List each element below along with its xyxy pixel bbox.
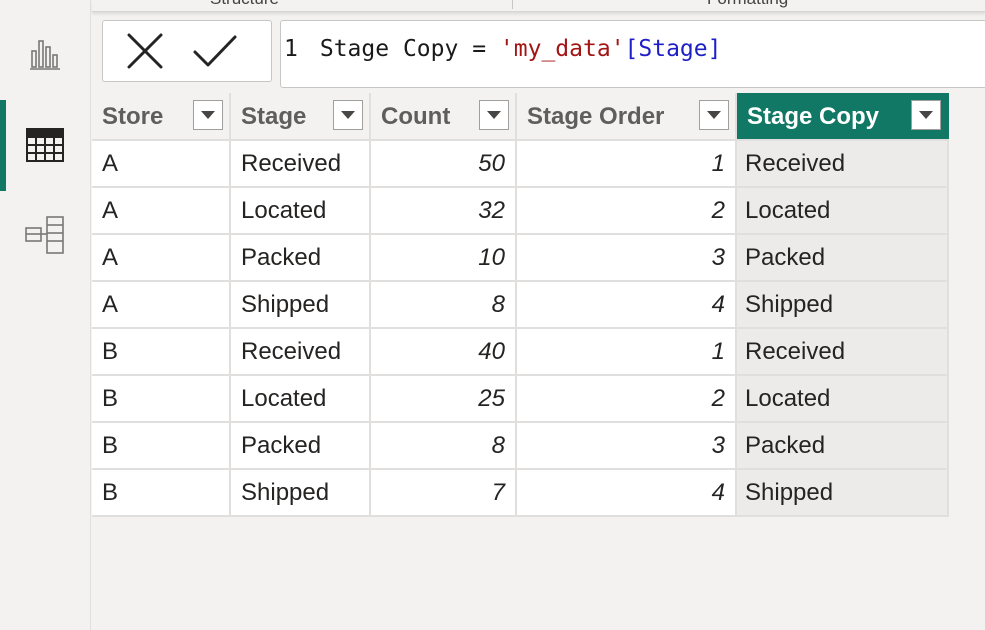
ribbon-group-formatting: Formatting — [707, 0, 788, 9]
cell-stage-order[interactable]: 2 — [516, 375, 737, 423]
cell-store[interactable]: A — [92, 187, 231, 235]
cell-stage[interactable]: Received — [230, 328, 371, 376]
cell-stage-copy[interactable]: Located — [736, 375, 949, 423]
column-header-label: Store — [102, 103, 164, 130]
table-body: A Received 50 1 Received A Located 32 2 … — [92, 140, 949, 517]
cell-store[interactable]: B — [92, 422, 231, 470]
table-view-button[interactable] — [0, 115, 90, 175]
chevron-down-icon — [201, 110, 215, 119]
cell-stage-copy[interactable]: Received — [736, 328, 949, 376]
formula-table-ref: 'my_data' — [499, 36, 625, 62]
cell-stage[interactable]: Packed — [230, 234, 371, 282]
cell-store[interactable]: B — [92, 469, 231, 517]
cancel-formula-button[interactable] — [111, 26, 179, 76]
cell-stage-order[interactable]: 2 — [516, 187, 737, 235]
checkmark-icon — [193, 35, 237, 67]
formula-measure-name: Stage Copy — [319, 36, 459, 62]
table-row: B Received 40 1 Received — [92, 328, 949, 376]
column-filter-dropdown[interactable] — [911, 100, 941, 130]
data-grid: Store Stage Count Stage Order Stage Copy… — [92, 93, 949, 517]
cell-stage-copy[interactable]: Shipped — [736, 281, 949, 329]
formula-column-ref: [Stage] — [624, 36, 722, 62]
cell-count[interactable]: 40 — [370, 328, 517, 376]
cell-stage[interactable]: Packed — [230, 422, 371, 470]
cell-stage-copy[interactable]: Received — [736, 140, 949, 188]
cell-stage-copy[interactable]: Packed — [736, 234, 949, 282]
cell-count[interactable]: 8 — [370, 281, 517, 329]
app-window: Structure Formatting — [0, 0, 985, 630]
table-row: A Received 50 1 Received — [92, 140, 949, 188]
cell-store[interactable]: A — [92, 281, 231, 329]
table-row: A Packed 10 3 Packed — [92, 234, 949, 282]
cell-stage-copy[interactable]: Packed — [736, 422, 949, 470]
table-row: B Packed 8 3 Packed — [92, 422, 949, 470]
cell-stage[interactable]: Shipped — [230, 469, 371, 517]
column-header-label: Stage Copy — [747, 103, 880, 130]
cell-stage-order[interactable]: 1 — [516, 140, 737, 188]
bar-chart-icon — [30, 40, 60, 70]
close-icon — [127, 33, 163, 69]
table-grid-icon — [26, 128, 64, 162]
formula-line-number: 1 — [284, 36, 298, 62]
ribbon-divider — [512, 0, 513, 9]
view-switcher-rail — [0, 0, 91, 630]
column-header-label: Stage — [241, 103, 307, 130]
chevron-down-icon — [919, 110, 933, 119]
column-header-count[interactable]: Count — [370, 93, 517, 141]
table-row: B Shipped 7 4 Shipped — [92, 469, 949, 517]
model-view-button[interactable] — [0, 205, 90, 265]
commit-formula-button[interactable] — [181, 26, 249, 76]
chevron-down-icon — [707, 110, 721, 119]
chevron-down-icon — [487, 110, 501, 119]
report-view-button[interactable] — [0, 24, 90, 84]
column-filter-dropdown[interactable] — [193, 100, 223, 130]
cell-stage[interactable]: Shipped — [230, 281, 371, 329]
cell-store[interactable]: A — [92, 234, 231, 282]
column-header-stage-copy[interactable]: Stage Copy — [736, 93, 949, 141]
formula-editor[interactable]: 1 Stage Copy = 'my_data'[Stage] — [280, 20, 985, 88]
column-header-label: Count — [381, 103, 451, 130]
column-header-label: Stage Order — [527, 103, 665, 130]
cell-store[interactable]: B — [92, 328, 231, 376]
header-row: Store Stage Count Stage Order Stage Copy — [92, 93, 949, 141]
column-header-stage[interactable]: Stage — [230, 93, 371, 141]
column-filter-dropdown[interactable] — [699, 100, 729, 130]
cell-stage[interactable]: Received — [230, 140, 371, 188]
cell-store[interactable]: B — [92, 375, 231, 423]
table-row: B Located 25 2 Located — [92, 375, 949, 423]
cell-count[interactable]: 10 — [370, 234, 517, 282]
cell-count[interactable]: 32 — [370, 187, 517, 235]
table-row: A Shipped 8 4 Shipped — [92, 281, 949, 329]
cell-stage-copy[interactable]: Located — [736, 187, 949, 235]
column-header-stage-order[interactable]: Stage Order — [516, 93, 737, 141]
cell-count[interactable]: 8 — [370, 422, 517, 470]
cell-count[interactable]: 7 — [370, 469, 517, 517]
cell-stage-order[interactable]: 4 — [516, 281, 737, 329]
column-filter-dropdown[interactable] — [479, 100, 509, 130]
ribbon-strip: Structure Formatting — [92, 0, 985, 12]
cell-store[interactable]: A — [92, 140, 231, 188]
cell-stage-order[interactable]: 4 — [516, 469, 737, 517]
chevron-down-icon — [341, 110, 355, 119]
cell-count[interactable]: 25 — [370, 375, 517, 423]
column-header-store[interactable]: Store — [92, 93, 231, 141]
cell-stage[interactable]: Located — [230, 375, 371, 423]
model-diagram-icon — [25, 216, 64, 254]
cell-stage-order[interactable]: 1 — [516, 328, 737, 376]
column-filter-dropdown[interactable] — [333, 100, 363, 130]
formula-operator: = — [472, 36, 487, 62]
cell-stage-order[interactable]: 3 — [516, 234, 737, 282]
ribbon-group-structure: Structure — [210, 0, 279, 9]
cell-stage[interactable]: Located — [230, 187, 371, 235]
cell-stage-order[interactable]: 3 — [516, 422, 737, 470]
formula-actions — [102, 20, 272, 82]
cell-count[interactable]: 50 — [370, 140, 517, 188]
table-row: A Located 32 2 Located — [92, 187, 949, 235]
cell-stage-copy[interactable]: Shipped — [736, 469, 949, 517]
